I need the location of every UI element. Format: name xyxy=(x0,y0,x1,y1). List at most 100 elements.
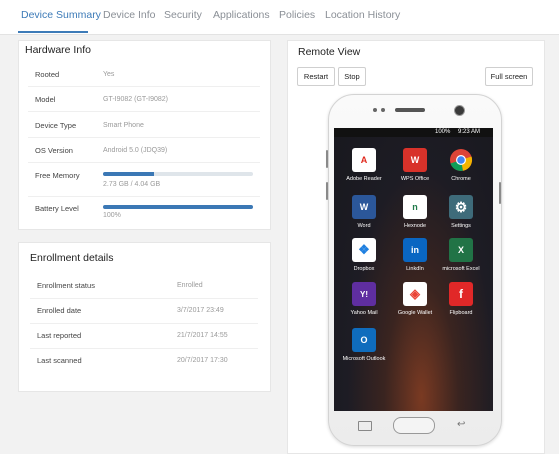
device-type-value: Smart Phone xyxy=(103,122,144,129)
app-word[interactable]: W Word xyxy=(340,195,388,229)
app-label: Word xyxy=(357,223,371,229)
app-label: LinkdIn xyxy=(406,266,424,272)
tab-device-info[interactable]: Device Info xyxy=(103,9,156,21)
home-button[interactable] xyxy=(393,417,435,434)
device-type-label: Device Type xyxy=(35,121,77,130)
battery-level-bar-fill xyxy=(103,205,253,209)
sensor-dot xyxy=(381,108,385,112)
tab-applications[interactable]: Applications xyxy=(213,9,270,21)
app-label: WPS Office xyxy=(400,176,430,182)
restart-button[interactable]: Restart xyxy=(297,67,335,86)
volume-button xyxy=(326,182,328,200)
app-label: Microsoft Outlook xyxy=(342,356,386,362)
tab-location-history[interactable]: Location History xyxy=(325,9,400,21)
flipboard-icon: f xyxy=(449,282,473,306)
last-scanned-label: Last scanned xyxy=(37,356,82,365)
stop-button[interactable]: Stop xyxy=(338,67,366,86)
volume-button xyxy=(326,150,328,168)
enrolled-date-label: Enrolled date xyxy=(37,306,82,315)
model-label: Model xyxy=(35,95,56,104)
app-microsoft-excel[interactable]: X microsoft Excel xyxy=(437,238,485,272)
back-key-icon[interactable]: ↩ xyxy=(457,419,465,430)
power-button xyxy=(499,182,501,204)
linkedin-icon: in xyxy=(403,238,427,262)
last-scanned-value: 20/7/2017 17:30 xyxy=(177,357,228,364)
status-bar: 100% 9:23 AM xyxy=(334,128,493,137)
enrollment-details-card xyxy=(18,242,271,392)
battery-level-bar xyxy=(103,205,253,209)
clock: 9:23 AM xyxy=(458,129,481,135)
enrollment-status-label: Enrollment status xyxy=(37,281,95,290)
divider xyxy=(28,111,260,112)
hardware-info-title: Hardware Info xyxy=(25,44,91,56)
free-memory-bar xyxy=(103,172,253,176)
rooted-label: Rooted xyxy=(35,70,60,79)
divider xyxy=(28,86,260,87)
app-linkedin[interactable]: in LinkdIn xyxy=(391,238,439,272)
front-camera xyxy=(454,105,465,116)
free-memory-label: Free Memory xyxy=(35,171,80,180)
app-label: Hexnode xyxy=(403,223,427,229)
divider xyxy=(30,298,258,299)
divider xyxy=(30,323,258,324)
app-dropbox[interactable]: ❖ Dropbox xyxy=(340,238,388,272)
divider xyxy=(28,162,260,163)
app-label: Yahoo Mail xyxy=(350,310,378,316)
divider xyxy=(30,348,258,349)
full-screen-button[interactable]: Full screen xyxy=(485,67,533,86)
adobe-reader-icon: A xyxy=(352,148,376,172)
yahoo-mail-icon: Y! xyxy=(352,282,376,306)
app-adobe-reader[interactable]: A Adobe Reader xyxy=(340,148,388,182)
rooted-value: Yes xyxy=(103,71,115,78)
os-version-value: Android 5.0 (JDQ39) xyxy=(103,147,168,154)
excel-icon: X xyxy=(449,238,473,262)
model-value: GT-I9082 (GT-I9082) xyxy=(103,96,168,103)
tab-bar: Device Summary Device Info Security Appl… xyxy=(0,0,559,35)
wps-office-icon: W xyxy=(403,148,427,172)
tab-policies[interactable]: Policies xyxy=(279,9,315,21)
earpiece-speaker xyxy=(395,108,425,112)
dropbox-icon: ❖ xyxy=(352,238,376,262)
app-wps-office[interactable]: W WPS Office xyxy=(391,148,439,182)
battery-percent: 100% xyxy=(435,129,451,135)
app-label: microsoft Excel xyxy=(442,266,480,272)
app-hexnode[interactable]: n Hexnode xyxy=(391,195,439,229)
app-label: Flipboard xyxy=(449,310,473,316)
google-wallet-icon: ◈ xyxy=(403,282,427,306)
hardware-info-card xyxy=(18,40,271,230)
app-label: Chrome xyxy=(451,176,471,182)
tab-device-summary[interactable]: Device Summary xyxy=(21,9,101,21)
settings-icon: ⚙ xyxy=(449,195,473,219)
battery-level-label: Battery Level xyxy=(35,204,79,213)
chrome-icon xyxy=(449,148,473,172)
divider xyxy=(28,196,260,197)
battery-level-value: 100% xyxy=(103,212,121,219)
free-memory-bar-fill xyxy=(103,172,154,176)
hexnode-icon: n xyxy=(403,195,427,219)
enrollment-status-value: Enrolled xyxy=(177,282,203,289)
divider xyxy=(28,137,260,138)
app-settings[interactable]: ⚙ Settings xyxy=(437,195,485,229)
outlook-icon: O xyxy=(352,328,376,352)
app-label: Google Wallet xyxy=(397,310,433,316)
tab-security[interactable]: Security xyxy=(164,9,202,21)
last-reported-label: Last reported xyxy=(37,331,82,340)
app-microsoft-outlook[interactable]: O Microsoft Outlook xyxy=(340,328,388,362)
app-label: Dropbox xyxy=(353,266,375,272)
remote-view-title: Remote View xyxy=(298,46,361,58)
free-memory-value: 2.73 GB / 4.04 GB xyxy=(103,181,161,188)
device-screen[interactable]: 100% 9:23 AM A Adobe Reader W WPS Office… xyxy=(334,128,493,411)
app-yahoo-mail[interactable]: Y! Yahoo Mail xyxy=(340,282,388,316)
app-google-wallet[interactable]: ◈ Google Wallet xyxy=(391,282,439,316)
sensor-dot xyxy=(373,108,377,112)
active-tab-indicator xyxy=(18,31,88,33)
enrolled-date-value: 3/7/2017 23:49 xyxy=(177,307,224,314)
app-chrome[interactable]: Chrome xyxy=(437,148,485,182)
recent-apps-key-icon[interactable] xyxy=(358,421,372,431)
word-icon: W xyxy=(352,195,376,219)
app-label: Adobe Reader xyxy=(346,176,382,182)
last-reported-value: 21/7/2017 14:55 xyxy=(177,332,228,339)
app-flipboard[interactable]: f Flipboard xyxy=(437,282,485,316)
app-label: Settings xyxy=(451,223,471,229)
os-version-label: OS Version xyxy=(35,146,73,155)
